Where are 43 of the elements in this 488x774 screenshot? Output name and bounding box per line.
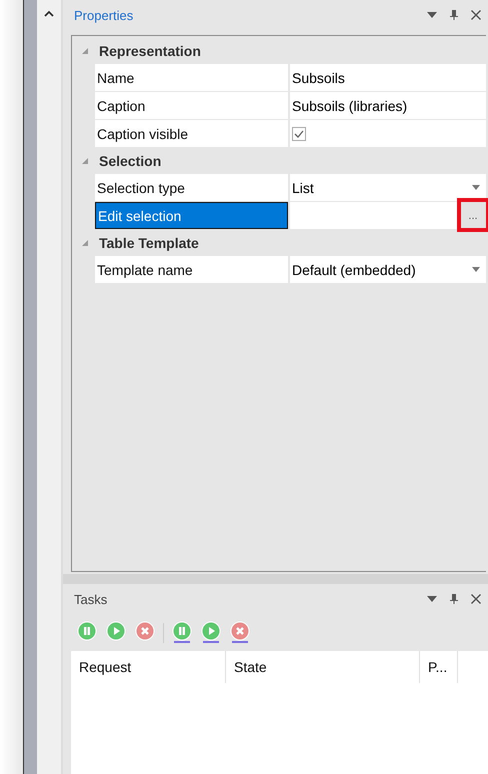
collapse-triangle-icon[interactable] <box>81 47 89 55</box>
stop-button[interactable] <box>229 620 251 644</box>
close-icon[interactable] <box>470 9 482 21</box>
property-name[interactable]: Name <box>95 64 288 91</box>
play-icon <box>201 620 221 640</box>
underline-icon <box>232 640 248 644</box>
panel-title: Properties <box>74 8 134 22</box>
panel-title: Tasks <box>74 592 108 606</box>
property-value: List <box>292 180 315 196</box>
category-title: Representation <box>99 43 201 59</box>
collapse-triangle-icon[interactable] <box>81 239 89 247</box>
property-name[interactable]: Caption visible <box>95 120 288 147</box>
property-value: Subsoils <box>292 70 346 86</box>
property-value: Default (embedded) <box>292 262 417 278</box>
property-name[interactable]: Edit selection <box>95 202 288 229</box>
column-header[interactable]: Request <box>71 651 226 683</box>
category-title: Table Template <box>99 235 199 251</box>
checkbox[interactable] <box>292 126 306 140</box>
ellipsis-button[interactable]: ... <box>460 202 486 229</box>
column-header[interactable]: State <box>226 651 420 683</box>
pause-icon <box>77 620 97 640</box>
stop-icon <box>135 620 155 640</box>
play-icon <box>106 620 126 640</box>
pause-button[interactable] <box>171 620 193 644</box>
property-name[interactable]: Template name <box>95 256 288 283</box>
dropdown-caret-icon[interactable] <box>472 185 480 190</box>
collapse-triangle-icon[interactable] <box>81 157 89 165</box>
column-header[interactable]: P... <box>420 651 458 683</box>
chevron-up-icon[interactable] <box>44 10 54 18</box>
pause-icon <box>172 620 192 640</box>
property-name[interactable]: Caption <box>95 92 288 119</box>
check-icon <box>294 128 304 138</box>
category-title: Selection <box>99 153 162 169</box>
dropdown-caret-icon[interactable] <box>472 267 480 272</box>
stop-icon <box>230 620 250 640</box>
pin-icon[interactable] <box>448 593 460 605</box>
pin-icon[interactable] <box>448 9 460 21</box>
close-icon[interactable] <box>470 593 482 605</box>
property-name[interactable]: Selection type <box>95 174 288 201</box>
play-button[interactable] <box>200 620 222 644</box>
underline-icon <box>203 640 219 644</box>
underline-icon <box>174 640 190 644</box>
property-value: Subsoils (libraries) <box>292 98 408 114</box>
